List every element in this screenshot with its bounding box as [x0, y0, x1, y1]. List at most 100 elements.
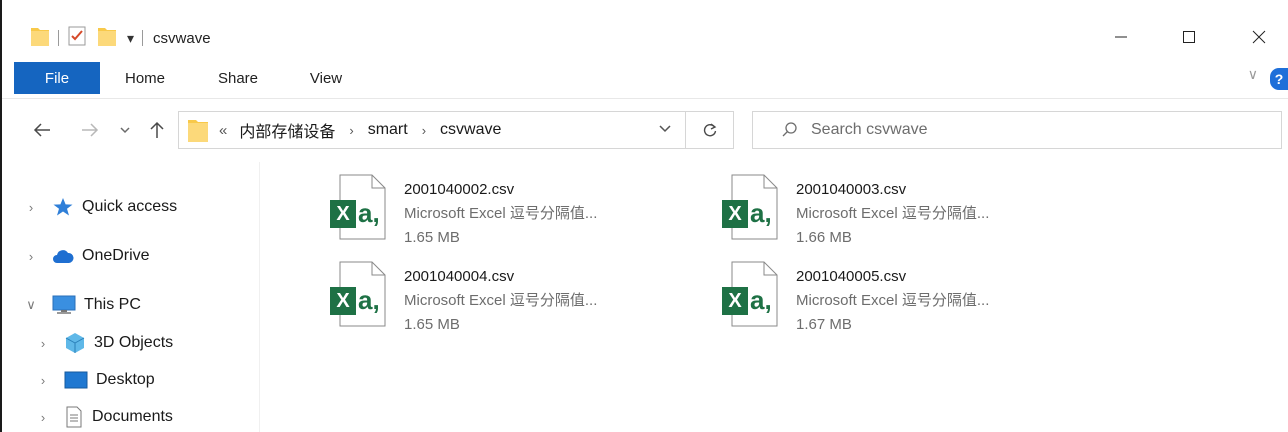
nav-item-quick-access[interactable]: › Quick access [2, 190, 177, 224]
file-size: 1.65 MB [404, 316, 460, 333]
file-size: 1.65 MB [404, 229, 460, 246]
forward-arrow-icon [82, 123, 99, 137]
expand-ribbon-icon[interactable]: ∨ [1248, 66, 1258, 83]
tab-home[interactable]: Home [100, 62, 190, 94]
breadcrumb-separator[interactable]: › [349, 123, 353, 138]
excel-a-glyph: a, [358, 285, 380, 315]
file-size: 1.67 MB [796, 316, 852, 333]
minimize-button[interactable] [1098, 22, 1144, 52]
chevron-right-icon[interactable]: › [24, 249, 38, 264]
file-meta: 2001040002.csv Microsoft Excel 逗号分隔值... … [404, 178, 597, 254]
search-placeholder: Search csvwave [811, 121, 928, 138]
refresh-button[interactable] [686, 111, 734, 149]
folder-icon[interactable] [30, 25, 50, 51]
chevron-right-icon[interactable]: › [24, 200, 38, 215]
file-meta: 2001040003.csv Microsoft Excel 逗号分隔值... … [796, 178, 989, 254]
tab-file[interactable]: File [14, 62, 100, 94]
address-row: « 内部存储设备 › smart › csvwave Search csvwav… [2, 98, 1288, 162]
file-meta: 2001040004.csv Microsoft Excel 逗号分隔值... … [404, 265, 597, 341]
chevron-down-icon [659, 125, 671, 133]
close-button[interactable] [1236, 22, 1282, 52]
new-folder-icon[interactable] [97, 25, 117, 51]
search-icon [782, 122, 797, 137]
chevron-right-icon[interactable]: › [36, 336, 50, 351]
cube-icon [64, 332, 86, 354]
document-icon [64, 406, 84, 428]
address-overflow[interactable]: « [219, 122, 227, 139]
monitor-icon [52, 295, 76, 315]
file-name: 2001040002.csv [404, 181, 515, 198]
breadcrumb-internal-storage[interactable]: 内部存储设备 [239, 118, 335, 142]
excel-x-badge: X [722, 200, 748, 228]
chevron-down-icon[interactable]: ∨ [24, 297, 38, 313]
file-type: Microsoft Excel 逗号分隔值... [796, 205, 990, 222]
nav-label: Desktop [96, 371, 155, 388]
quick-access-toolbar: ▾ csvwave [30, 24, 211, 52]
tab-view[interactable]: View [286, 62, 366, 94]
properties-icon[interactable] [67, 25, 87, 51]
maximize-button[interactable] [1166, 22, 1212, 52]
excel-x-badge: X [330, 200, 356, 228]
excel-a-glyph: a, [358, 198, 380, 228]
refresh-icon [703, 123, 716, 137]
excel-csv-icon: X a, [722, 261, 778, 327]
file-type: Microsoft Excel 逗号分隔值... [796, 292, 990, 309]
star-icon [52, 197, 74, 217]
nav-item-this-pc[interactable]: ∨ This PC [2, 288, 141, 322]
nav-item-3d-objects[interactable]: › 3D Objects [2, 326, 173, 360]
breadcrumb-smart[interactable]: smart [368, 121, 408, 139]
excel-csv-icon: X a, [330, 174, 386, 240]
qat-customize-icon[interactable]: ▾ [127, 30, 134, 47]
chevron-right-icon[interactable]: › [36, 410, 50, 425]
tab-share[interactable]: Share [192, 62, 284, 94]
file-name: 2001040005.csv [796, 268, 907, 285]
title-separator [142, 30, 144, 46]
title-bar: ▾ csvwave [2, 0, 1288, 60]
nav-label: 3D Objects [94, 334, 174, 351]
file-item[interactable]: X a, 2001040004.csv Microsoft Excel 逗号分隔… [330, 261, 597, 341]
nav-label: Documents [92, 408, 173, 425]
file-item[interactable]: X a, 2001040002.csv Microsoft Excel 逗号分隔… [330, 174, 597, 254]
nav-item-desktop[interactable]: › Desktop [2, 363, 155, 397]
file-type: Microsoft Excel 逗号分隔值... [404, 205, 598, 222]
nav-label: Quick access [82, 198, 178, 215]
file-size: 1.66 MB [796, 229, 852, 246]
desktop-icon [64, 370, 88, 390]
file-item[interactable]: X a, 2001040003.csv Microsoft Excel 逗号分隔… [722, 174, 989, 254]
excel-csv-icon: X a, [330, 261, 386, 327]
address-bar[interactable]: « 内部存储设备 › smart › csvwave [178, 111, 686, 149]
up-arrow-icon [150, 121, 164, 138]
nav-label: OneDrive [82, 247, 150, 264]
back-button[interactable] [30, 117, 54, 143]
file-name: 2001040003.csv [796, 181, 907, 198]
forward-button[interactable] [78, 117, 102, 143]
nav-item-onedrive[interactable]: › OneDrive [2, 239, 150, 273]
nav-item-documents[interactable]: › Documents [2, 400, 173, 432]
file-name: 2001040004.csv [404, 268, 515, 285]
breadcrumb-separator[interactable]: › [422, 123, 426, 138]
recent-locations-button[interactable] [116, 117, 134, 143]
chevron-down-icon [120, 127, 130, 134]
up-button[interactable] [146, 117, 168, 143]
help-icon[interactable]: ? [1270, 68, 1288, 90]
breadcrumb-csvwave[interactable]: csvwave [440, 121, 501, 139]
file-meta: 2001040005.csv Microsoft Excel 逗号分隔值... … [796, 265, 989, 341]
nav-label: This PC [84, 296, 141, 313]
excel-x-badge: X [722, 287, 748, 315]
address-dropdown-button[interactable] [659, 125, 671, 133]
cloud-icon [52, 248, 74, 264]
minimize-icon [1115, 36, 1127, 38]
file-type: Microsoft Excel 逗号分隔值... [404, 292, 598, 309]
chevron-right-icon[interactable]: › [36, 373, 50, 388]
window-title: csvwave [153, 29, 211, 47]
excel-a-glyph: a, [750, 285, 772, 315]
back-arrow-icon [33, 123, 50, 137]
breadcrumb: 内部存储设备 › smart › csvwave [239, 118, 501, 142]
search-input[interactable]: Search csvwave [752, 111, 1282, 149]
close-icon [1252, 30, 1266, 44]
address-folder-icon [187, 117, 209, 143]
excel-a-glyph: a, [750, 198, 772, 228]
excel-x-badge: X [330, 287, 356, 315]
file-item[interactable]: X a, 2001040005.csv Microsoft Excel 逗号分隔… [722, 261, 989, 341]
qat-separator [58, 30, 59, 46]
